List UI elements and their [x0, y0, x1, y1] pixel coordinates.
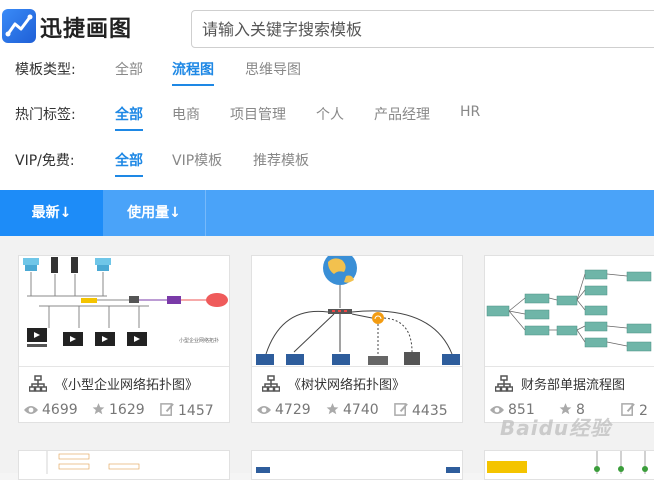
edit-count: 2	[621, 402, 648, 419]
filter-option-ecommerce[interactable]: 电商	[172, 104, 200, 124]
filter-option-recommended[interactable]: 推荐模板	[253, 150, 309, 170]
template-thumbnail[interactable]	[19, 451, 229, 474]
svg-text:小型企业网络拓扑: 小型企业网络拓扑	[179, 337, 219, 344]
template-stats: 4729 4740 4435	[252, 402, 462, 422]
filter-option-product-manager[interactable]: 产品经理	[374, 104, 430, 124]
favorite-count: 4740	[325, 402, 379, 418]
edit-icon	[394, 403, 408, 416]
eye-icon	[257, 406, 271, 414]
filter-option-vip[interactable]: VIP模板	[172, 150, 222, 170]
org-chart-icon	[262, 375, 280, 392]
sort-newest-button[interactable]: 最新↓	[0, 190, 103, 236]
template-thumbnail[interactable]	[252, 451, 462, 474]
template-card[interactable]: 财务部单据流程图 851 8 2	[484, 255, 654, 423]
edit-icon	[621, 403, 635, 416]
filter-option-flowchart[interactable]: 流程图	[172, 59, 214, 86]
view-count: 4699	[23, 402, 78, 418]
template-card[interactable]	[484, 450, 654, 480]
template-card[interactable]	[251, 450, 463, 480]
filter-option-hr[interactable]: HR	[460, 104, 480, 120]
star-icon	[326, 403, 339, 415]
filter-option-all[interactable]: 全部	[115, 104, 143, 131]
filter-panel: 模板类型: 全部 流程图 思维导图 热门标签: 全部 电商 项目管理 个人 产品…	[0, 56, 654, 190]
edit-count: 1457	[160, 402, 214, 419]
search-box[interactable]	[191, 10, 654, 48]
eye-icon	[24, 406, 38, 414]
filter-option-all[interactable]: 全部	[115, 59, 143, 79]
filter-label: VIP/免费:	[15, 153, 75, 169]
favorite-count: 1629	[91, 402, 145, 418]
filter-label: 热门标签:	[15, 107, 76, 123]
header: 迅捷画图	[0, 0, 654, 56]
filter-label: 模板类型:	[15, 62, 76, 78]
template-card[interactable]: 《树状网络拓扑图》 4729 4740 4435	[251, 255, 463, 423]
template-card[interactable]	[18, 450, 230, 480]
logo-icon[interactable]	[2, 9, 36, 43]
search-input[interactable]	[192, 11, 654, 47]
edit-icon	[160, 403, 174, 416]
filter-option-all[interactable]: 全部	[115, 150, 143, 177]
template-title[interactable]: 《小型企业网络拓扑图》	[55, 374, 198, 393]
filter-option-personal[interactable]: 个人	[316, 104, 344, 124]
sort-bar: 最新↓ 使用量↓	[0, 190, 654, 236]
template-card[interactable]: 小型企业网络拓扑 《小型企业网络拓扑图》 4699 1629 1457	[18, 255, 230, 423]
org-chart-icon	[495, 375, 513, 392]
filter-option-mindmap[interactable]: 思维导图	[245, 59, 301, 79]
view-count: 4729	[256, 402, 311, 418]
edit-count: 4435	[394, 402, 448, 419]
template-title[interactable]: 财务部单据流程图	[521, 374, 625, 393]
template-thumbnail[interactable]	[485, 256, 654, 367]
template-stats: 4699 1629 1457	[19, 402, 229, 422]
sort-divider	[205, 190, 206, 236]
org-chart-icon	[29, 375, 47, 392]
sort-usage-button[interactable]: 使用量↓	[103, 190, 205, 236]
template-title[interactable]: 《树状网络拓扑图》	[288, 374, 405, 393]
brand-name[interactable]: 迅捷画图	[40, 11, 132, 43]
template-thumbnail[interactable]	[485, 451, 654, 474]
star-icon	[92, 403, 105, 415]
template-thumbnail[interactable]	[252, 256, 462, 367]
template-thumbnail[interactable]: 小型企业网络拓扑	[19, 256, 229, 367]
baidu-watermark: Baidu经验	[500, 416, 612, 440]
filter-option-project-management[interactable]: 项目管理	[230, 104, 286, 124]
